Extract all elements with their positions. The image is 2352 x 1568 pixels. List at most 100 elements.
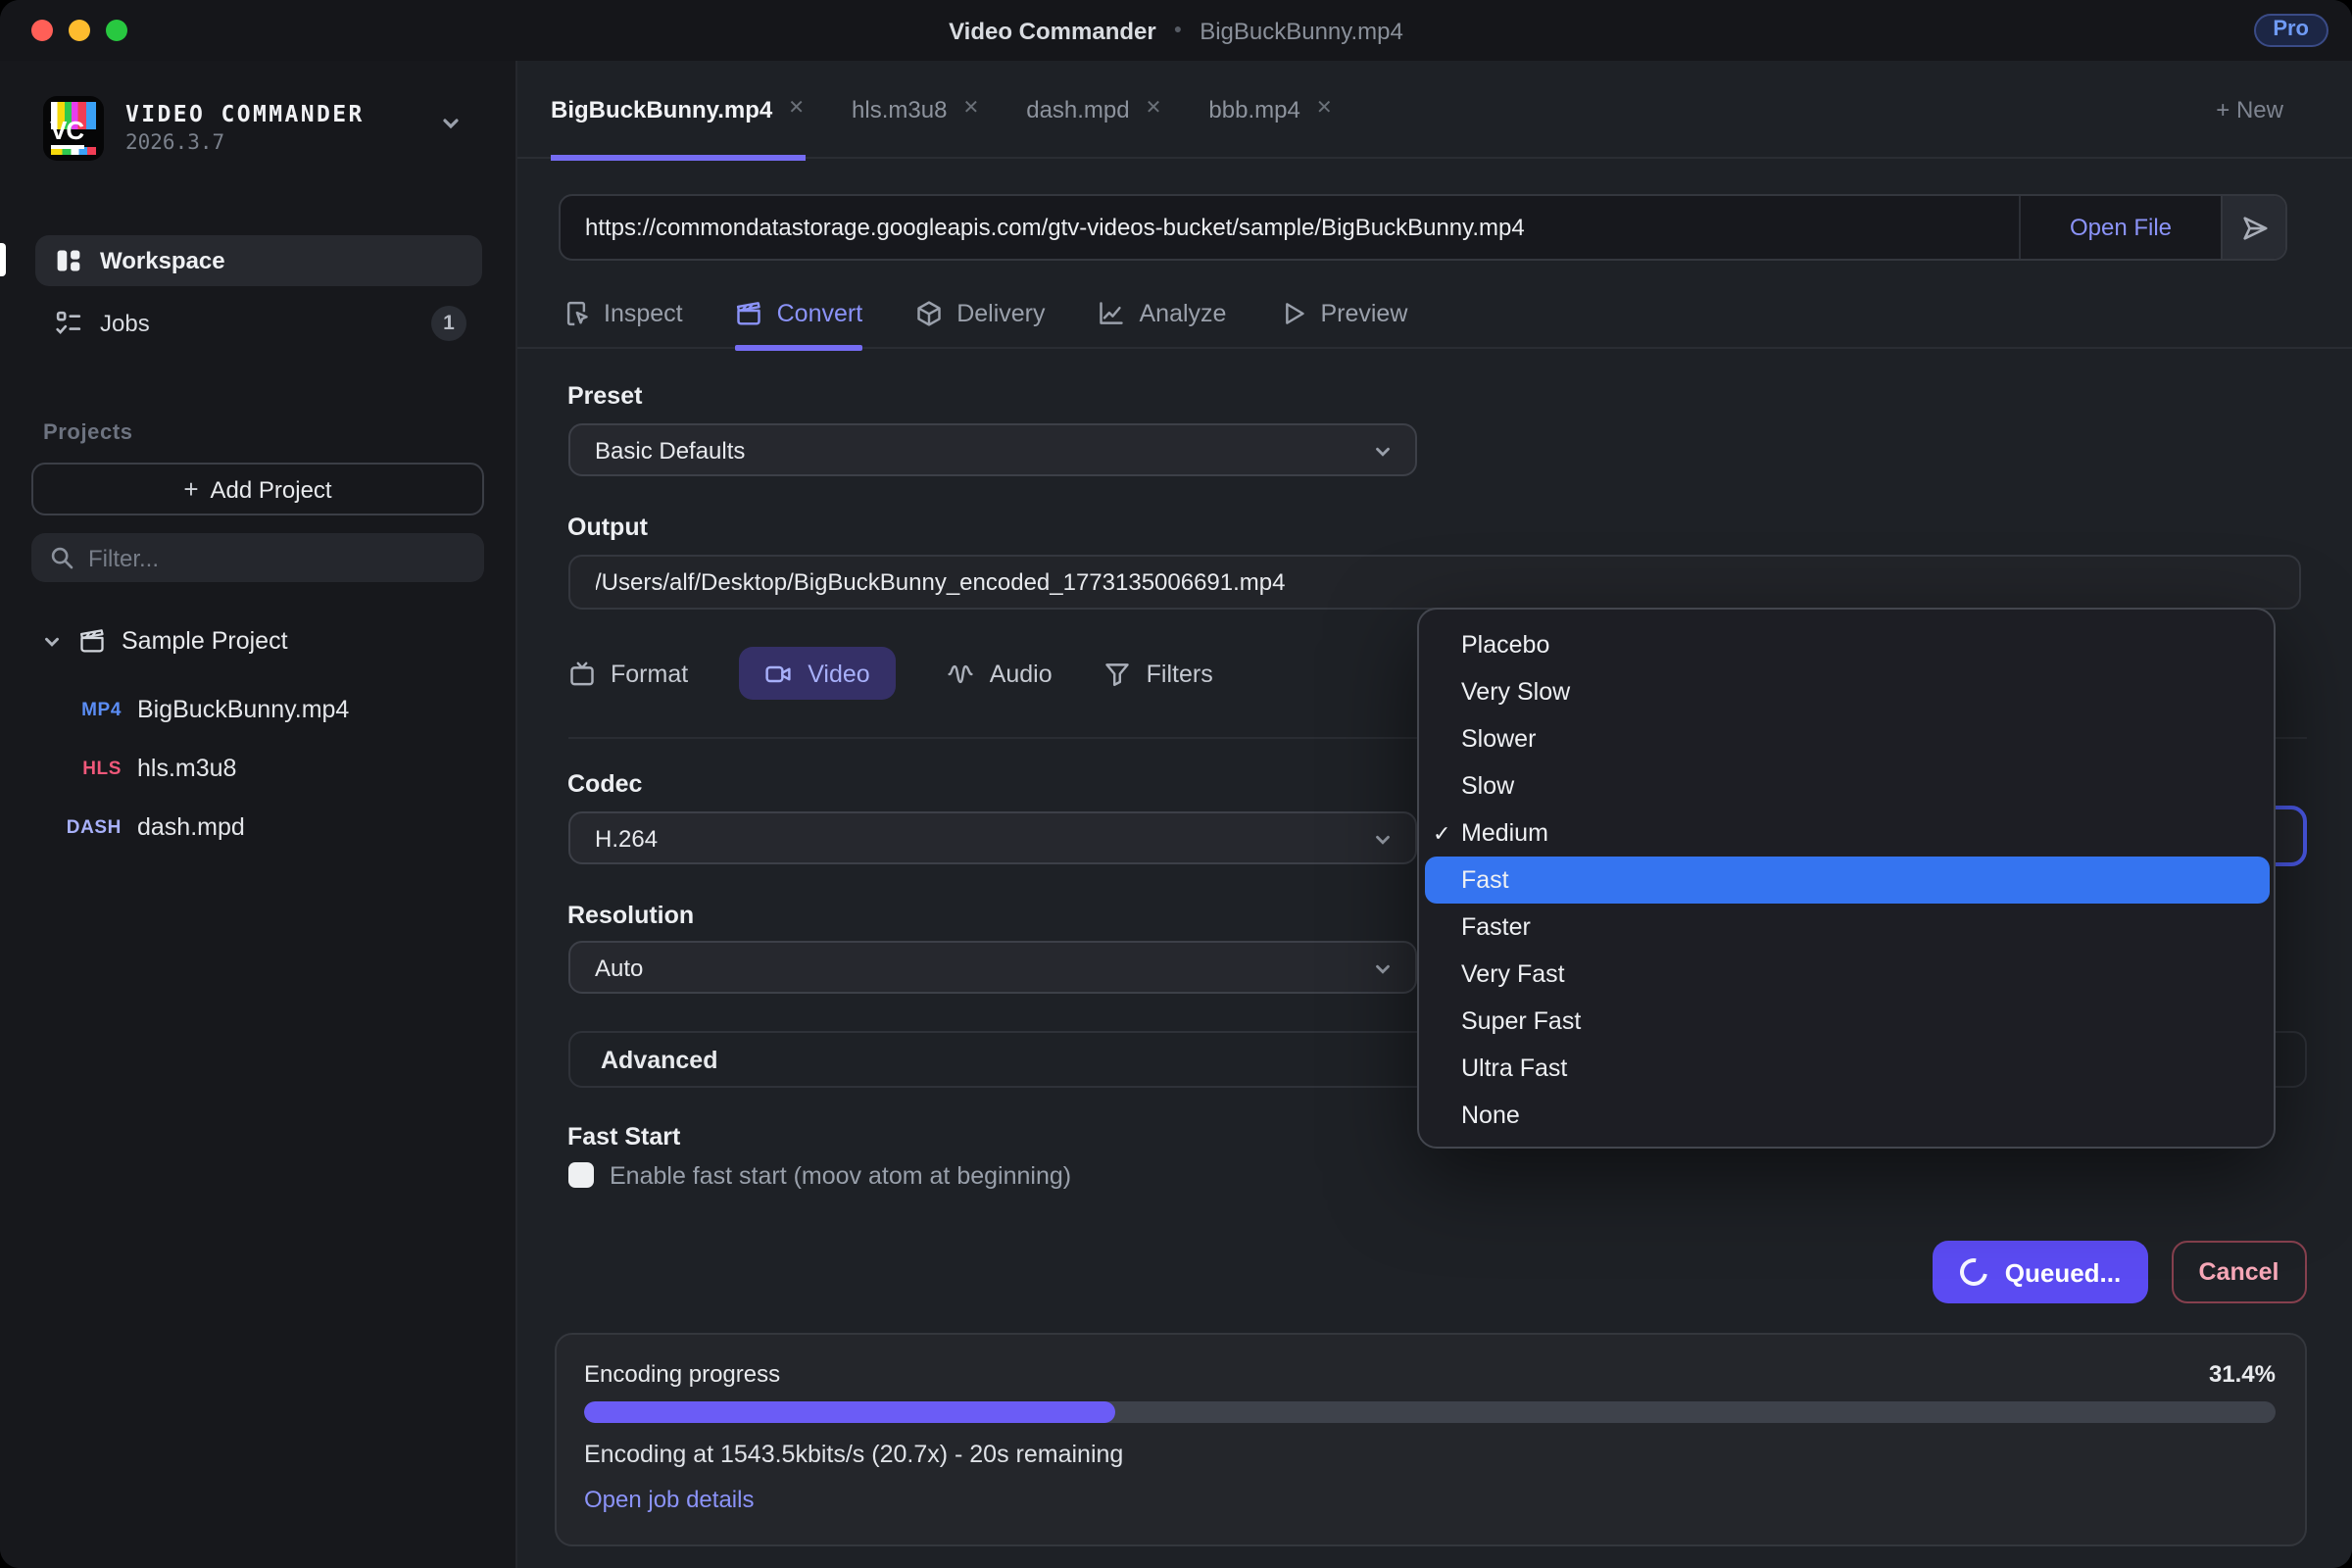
menu-option-none[interactable]: None <box>1419 1092 2274 1139</box>
chevron-down-icon[interactable] <box>439 112 463 135</box>
close-icon[interactable]: ✕ <box>962 98 979 120</box>
logo-monogram: VC <box>50 118 83 149</box>
open-file-button[interactable]: Open File <box>2019 196 2221 259</box>
chevron-down-icon[interactable] <box>41 630 63 652</box>
tab-label: dash.mpd <box>1026 95 1129 122</box>
segment-label: Format <box>611 660 688 687</box>
open-job-details-link[interactable]: Open job details <box>584 1485 754 1512</box>
sidebar-item-label: Workspace <box>100 247 225 274</box>
output-path-input[interactable] <box>569 557 2298 607</box>
tab-preview[interactable]: Preview <box>1279 279 1407 348</box>
stream-segment-row: Format Video Audio Filters <box>567 647 1213 700</box>
tab-label: Inspect <box>604 300 683 327</box>
tab-inspect[interactable]: Inspect <box>563 279 683 348</box>
chevron-down-icon <box>1371 441 1393 463</box>
menu-option-placebo[interactable]: Placebo <box>1419 621 2274 668</box>
segment-filters[interactable]: Filters <box>1103 647 1213 700</box>
segment-audio[interactable]: Audio <box>947 647 1053 700</box>
cancel-button[interactable]: Cancel <box>2171 1241 2307 1303</box>
menu-option-slower[interactable]: Slower <box>1419 715 2274 762</box>
tab-bigbuckbunny[interactable]: BigBuckBunny.mp4 ✕ <box>551 60 805 158</box>
option-label: Slow <box>1461 772 1514 800</box>
tab-convert[interactable]: Convert <box>736 279 863 348</box>
close-icon[interactable]: ✕ <box>1316 98 1333 120</box>
pro-badge: Pro <box>2253 14 2328 47</box>
filter-input[interactable] <box>88 544 441 571</box>
audio-waveform-icon <box>947 660 974 687</box>
send-icon <box>2239 213 2269 242</box>
close-icon[interactable]: ✕ <box>788 98 805 120</box>
preset-value: Basic Defaults <box>595 436 745 464</box>
video-camera-icon <box>764 660 792 687</box>
queued-button[interactable]: Queued... <box>1933 1241 2148 1303</box>
codec-select[interactable]: H.264 <box>567 811 1416 864</box>
segment-video[interactable]: Video <box>739 647 896 700</box>
file-item-mp4[interactable]: MP4 BigBuckBunny.mp4 <box>0 690 517 729</box>
project-name: Sample Project <box>122 627 288 655</box>
segment-format[interactable]: Format <box>567 647 688 700</box>
submit-url-button[interactable] <box>2221 196 2285 259</box>
format-tv-icon <box>567 660 595 687</box>
file-name: hls.m3u8 <box>137 755 236 782</box>
tab-dash[interactable]: dash.mpd ✕ <box>1026 60 1161 158</box>
filters-funnel-icon <box>1103 660 1131 687</box>
preset-select[interactable]: Basic Defaults <box>567 423 1416 476</box>
sidebar-item-label: Jobs <box>100 310 150 337</box>
file-item-hls[interactable]: HLS hls.m3u8 <box>0 749 517 788</box>
file-type-badge: MP4 <box>0 699 122 720</box>
sidebar-item-workspace[interactable]: Workspace <box>35 235 482 286</box>
tab-bbb[interactable]: bbb.mp4 ✕ <box>1208 60 1332 158</box>
url-bar: Open File <box>558 194 2287 261</box>
fast-start-checkbox[interactable] <box>567 1162 593 1188</box>
main-panel: BigBuckBunny.mp4 ✕ hls.m3u8 ✕ dash.mpd ✕… <box>517 61 2352 1568</box>
menu-option-fast[interactable]: Fast <box>1424 857 2269 904</box>
new-tab-button[interactable]: + New <box>2216 61 2283 159</box>
file-item-dash[interactable]: DASH dash.mpd <box>0 808 517 847</box>
encoding-progress-card: Encoding progress 31.4% Encoding at 1543… <box>554 1332 2306 1545</box>
add-project-label: Add Project <box>211 475 332 503</box>
close-icon[interactable]: ✕ <box>1146 98 1162 120</box>
inspect-icon <box>563 300 590 327</box>
workspace-icon <box>55 247 82 274</box>
menu-option-faster[interactable]: Faster <box>1419 904 2274 951</box>
tab-label: Analyze <box>1140 300 1227 327</box>
file-name: dash.mpd <box>137 813 245 841</box>
sidebar: VC VIDEO COMMANDER 2026.3.7 Workspace Jo… <box>0 61 517 1568</box>
project-tree-header[interactable]: Sample Project <box>41 627 288 655</box>
menu-option-slow[interactable]: Slow <box>1419 762 2274 809</box>
app-logo: VC <box>42 96 103 161</box>
preview-play-icon <box>1279 300 1306 327</box>
clapperboard-icon <box>78 627 106 655</box>
preset-label: Preset <box>567 382 642 410</box>
fast-start-label: Fast Start <box>567 1123 680 1151</box>
resolution-label: Resolution <box>567 902 694 929</box>
tab-label: BigBuckBunny.mp4 <box>551 95 772 122</box>
add-project-button[interactable]: + Add Project <box>31 463 484 515</box>
segment-label: Filters <box>1147 660 1213 687</box>
function-tab-bar: Inspect Convert Delivery Analyze Preview <box>517 280 2352 349</box>
option-label: Medium <box>1461 819 1548 847</box>
check-icon: ✓ <box>1433 820 1450 846</box>
tab-analyze[interactable]: Analyze <box>1099 279 1227 348</box>
url-input[interactable] <box>560 196 2019 259</box>
resolution-value: Auto <box>595 954 643 981</box>
menu-option-very-slow[interactable]: Very Slow <box>1419 668 2274 715</box>
analyze-chart-icon <box>1099 300 1126 327</box>
tab-hls[interactable]: hls.m3u8 ✕ <box>852 60 979 158</box>
titlebar: Video Commander ● BigBuckBunny.mp4 Pro <box>0 0 2352 61</box>
menu-option-medium[interactable]: ✓ Medium <box>1419 809 2274 857</box>
resolution-select[interactable]: Auto <box>567 941 1416 994</box>
file-type-badge: HLS <box>0 758 122 779</box>
option-label: Very Fast <box>1461 960 1565 988</box>
plus-icon: + <box>183 474 198 504</box>
progress-percent: 31.4% <box>2209 1359 2276 1387</box>
sidebar-item-jobs[interactable]: Jobs 1 <box>35 298 482 349</box>
option-label: Faster <box>1461 913 1531 941</box>
segment-label: Video <box>808 660 870 687</box>
output-label: Output <box>567 514 648 541</box>
progress-bar-fill <box>584 1401 1115 1422</box>
tab-delivery[interactable]: Delivery <box>915 279 1045 348</box>
menu-option-super-fast[interactable]: Super Fast <box>1419 998 2274 1045</box>
menu-option-very-fast[interactable]: Very Fast <box>1419 951 2274 998</box>
menu-option-ultra-fast[interactable]: Ultra Fast <box>1419 1045 2274 1092</box>
